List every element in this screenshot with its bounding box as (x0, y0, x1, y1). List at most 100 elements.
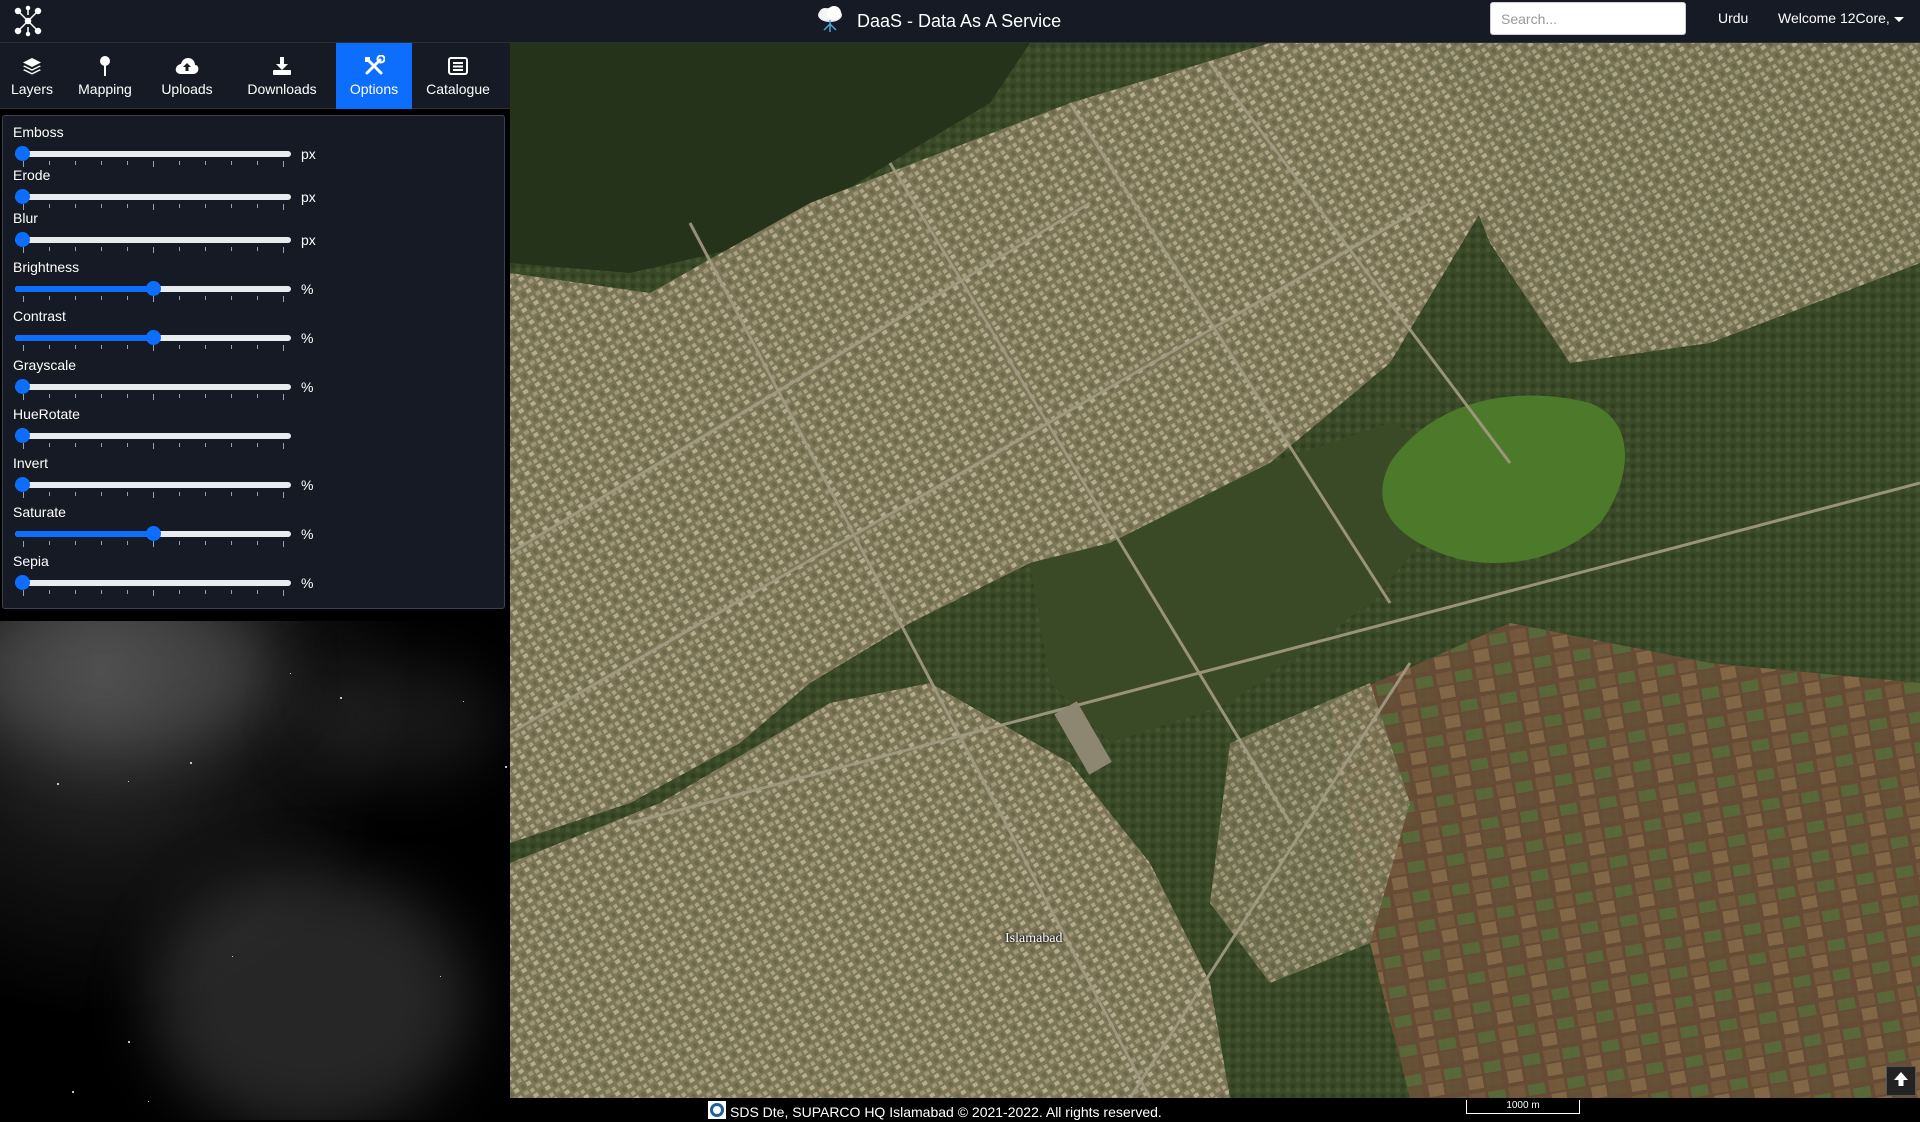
slider-tick (179, 541, 180, 545)
option-slider[interactable] (15, 188, 291, 216)
slider-tick (49, 492, 50, 496)
slider-tick (49, 161, 50, 165)
option-label: Invert (13, 455, 49, 471)
slider-tick (283, 247, 284, 253)
slider-thumb[interactable] (146, 526, 161, 541)
slider-tick (23, 296, 24, 302)
option-slider[interactable] (15, 378, 291, 406)
tab-uploads[interactable]: Uploads (146, 43, 228, 109)
sidebar: Layers Mapping Uploads Downloads Options (0, 43, 510, 1120)
satellite-map[interactable]: Islamabad (510, 43, 1920, 1098)
option-slider[interactable] (15, 574, 291, 602)
slider-thumb[interactable] (146, 330, 161, 345)
option-label: Contrast (13, 308, 66, 324)
option-slider[interactable] (15, 280, 291, 308)
star (463, 701, 464, 702)
slider-thumb[interactable] (146, 281, 161, 296)
option-label: Sepia (13, 553, 49, 569)
slider-tick (257, 204, 258, 208)
slider-tick (153, 345, 154, 351)
slider-thumb[interactable] (15, 146, 30, 161)
slider-thumb[interactable] (15, 232, 30, 247)
option-slider[interactable] (15, 427, 291, 455)
slider-tick (257, 161, 258, 165)
star (72, 1091, 74, 1093)
slider-tick (75, 541, 76, 545)
option-slider[interactable] (15, 329, 291, 357)
slider-ticks (15, 590, 291, 596)
nebula-cloud (150, 871, 470, 1120)
slider-track (15, 151, 291, 157)
tab-label: Downloads (247, 81, 317, 97)
slider-thumb[interactable] (15, 379, 30, 394)
slider-tick (49, 204, 50, 208)
slider-tick (283, 296, 284, 302)
network-nodes-icon[interactable] (12, 5, 44, 37)
slider-thumb[interactable] (15, 189, 30, 204)
slider-tick (153, 161, 154, 167)
brand: DaaS - Data As A Service (815, 4, 1061, 38)
language-toggle[interactable]: Urdu (1718, 10, 1748, 26)
slider-tick (127, 345, 128, 349)
slider-ticks (15, 161, 291, 167)
slider-tick (205, 296, 206, 300)
tab-catalogue[interactable]: Catalogue (412, 43, 504, 109)
tab-options[interactable]: Options (336, 43, 412, 109)
slider-tick (23, 492, 24, 498)
slider-ticks (15, 247, 291, 253)
slider-tick (257, 345, 258, 349)
slider-thumb[interactable] (15, 477, 30, 492)
scroll-top-button[interactable] (1886, 1066, 1916, 1096)
slider-tick (231, 296, 232, 300)
slider-tick (75, 443, 76, 447)
star (128, 1041, 130, 1043)
star (290, 673, 291, 674)
slider-tick (231, 204, 232, 208)
slider-tick (231, 443, 232, 447)
slider-tick (101, 296, 102, 300)
user-menu-label: Welcome 12Core, (1778, 10, 1890, 26)
user-menu[interactable]: Welcome 12Core, (1778, 10, 1904, 26)
satellite-imagery (510, 43, 1920, 1098)
list-icon (448, 55, 468, 77)
tab-layers[interactable]: Layers (0, 43, 64, 109)
option-slider[interactable] (15, 231, 291, 259)
option-slider[interactable] (15, 476, 291, 504)
option-slider[interactable] (15, 525, 291, 553)
slider-tick (283, 492, 284, 498)
slider-thumb[interactable] (15, 428, 30, 443)
tab-mapping[interactable]: Mapping (64, 43, 146, 109)
search-input[interactable] (1490, 2, 1686, 35)
cloud-tree-icon (815, 4, 845, 39)
option-unit: % (301, 526, 314, 542)
slider-ticks (15, 296, 291, 302)
slider-tick (179, 443, 180, 447)
city-label[interactable]: Islamabad (1005, 931, 1063, 947)
slider-track (15, 580, 291, 586)
tab-label: Catalogue (426, 81, 490, 97)
slider-tick (49, 541, 50, 545)
slider-track (15, 194, 291, 200)
slider-track (15, 384, 291, 390)
option-slider[interactable] (15, 145, 291, 173)
slider-tick (127, 492, 128, 496)
slider-tick (205, 161, 206, 165)
slider-tick (49, 394, 50, 398)
layers-icon (22, 55, 42, 77)
star (340, 697, 342, 699)
globe-space-view[interactable] (0, 621, 510, 1120)
slider-tick (257, 541, 258, 545)
tab-downloads[interactable]: Downloads (228, 43, 336, 109)
option-label: HueRotate (13, 406, 80, 422)
star (57, 783, 59, 785)
slider-tick (127, 296, 128, 300)
slider-tick (49, 296, 50, 300)
slider-ticks (15, 492, 291, 498)
slider-tick (231, 345, 232, 349)
slider-ticks (15, 541, 291, 547)
slider-tick (49, 247, 50, 251)
slider-tick (75, 394, 76, 398)
slider-thumb[interactable] (15, 575, 30, 590)
slider-tick (23, 247, 24, 253)
slider-tick (23, 345, 24, 351)
